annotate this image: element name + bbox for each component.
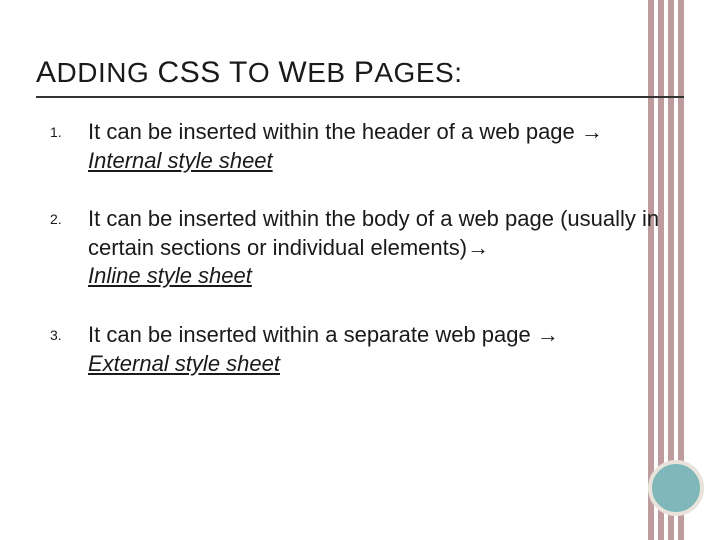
slide-title: ADDING CSS TO WEB PAGES: xyxy=(36,56,462,90)
arrow-icon: → xyxy=(581,119,603,144)
item-pre: It can be inserted within the body of a … xyxy=(88,206,659,260)
points-list: 1. It can be inserted within the header … xyxy=(36,118,684,378)
title-word2: CSS xyxy=(158,56,221,89)
item-text: It can be inserted within a separate web… xyxy=(88,321,684,378)
item-text: It can be inserted within the body of a … xyxy=(88,205,684,291)
list-item: 1. It can be inserted within the header … xyxy=(36,118,684,175)
title-word3-first: T xyxy=(229,56,248,89)
item-text: It can be inserted within the header of … xyxy=(88,118,684,175)
title-word4-rest: EB xyxy=(307,57,345,88)
item-pre: It can be inserted within a separate web… xyxy=(88,322,537,347)
arrow-icon: → xyxy=(467,235,489,260)
item-emphasis: Internal style sheet xyxy=(88,148,273,173)
title-word3-rest: O xyxy=(248,57,270,88)
title-colon: : xyxy=(454,57,462,88)
arrow-icon: → xyxy=(537,322,559,347)
title-word1-rest: DDING xyxy=(57,57,150,88)
title-word5-first: P xyxy=(354,56,375,89)
title-word4-first: W xyxy=(278,56,307,89)
title-row: ADDING CSS TO WEB PAGES: xyxy=(36,56,684,98)
item-number: 2. xyxy=(36,205,88,227)
decorative-circle xyxy=(648,460,704,516)
title-word1-first: A xyxy=(36,56,57,89)
item-emphasis: External style sheet xyxy=(88,351,280,376)
title-word5-rest: AGES xyxy=(374,57,454,88)
item-pre: It can be inserted within the header of … xyxy=(88,119,581,144)
item-number: 3. xyxy=(36,321,88,343)
item-number: 1. xyxy=(36,118,88,140)
item-emphasis: Inline style sheet xyxy=(88,263,252,288)
list-item: 2. It can be inserted within the body of… xyxy=(36,205,684,291)
list-item: 3. It can be inserted within a separate … xyxy=(36,321,684,378)
